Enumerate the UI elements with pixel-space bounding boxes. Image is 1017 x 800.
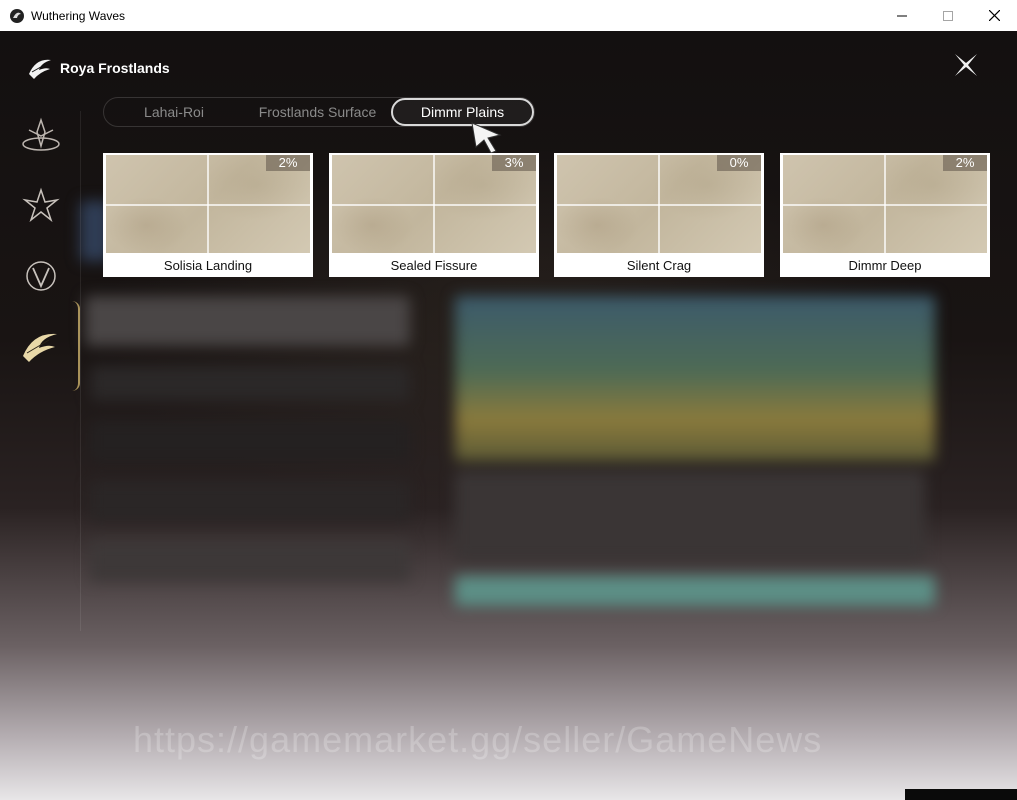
area-card-solisia-landing[interactable]: 2% Solisia Landing [103,153,313,277]
window-titlebar: Wuthering Waves [0,0,1017,31]
area-name: Sealed Fissure [390,258,478,273]
region-header: Roya Frostlands [26,54,170,82]
region-emblem-3-icon [26,261,56,291]
window-close-button[interactable] [971,0,1017,31]
exploration-percent: 2% [943,155,987,171]
minimize-icon [897,15,907,16]
region-emblem-2-icon [22,187,60,223]
region-title: Roya Frostlands [60,60,170,76]
sidenav-item-region-3[interactable] [16,251,66,301]
exploration-percent: 3% [492,155,536,171]
sidenav-divider [80,111,81,631]
close-icon [955,54,977,76]
exploration-percent: 2% [266,155,310,171]
close-icon [988,10,1000,21]
area-card-silent-crag[interactable]: 0% Silent Crag [554,153,764,277]
tab-frostlands-surface[interactable]: Frostlands Surface [244,98,391,126]
maximize-icon [943,10,953,21]
tab-dimmr-plains[interactable]: Dimmr Plains [391,98,534,126]
region-emblem-1-icon [22,117,60,151]
sidenav-item-roya-frostlands[interactable] [16,301,80,391]
minimize-button[interactable] [879,0,925,31]
maximize-button[interactable] [925,0,971,31]
corner-bar [905,789,1017,800]
wuthering-waves-app-icon [10,8,24,23]
area-card-dimmr-deep[interactable]: 2% Dimmr Deep [780,153,990,277]
roya-frostlands-emblem-icon [29,59,51,79]
sidenav-item-region-2[interactable] [16,181,66,231]
sidenav-item-region-1[interactable] [16,111,66,161]
area-card-sealed-fissure[interactable]: 3% Sealed Fissure [329,153,539,277]
blurred-background [0,31,1017,800]
tab-lahai-roi[interactable]: Lahai-Roi [104,98,244,126]
area-name: Solisia Landing [163,258,253,273]
region-sidenav [0,111,82,631]
game-viewport: Roya Frostlands Lahai-Roi Frostlands Sur… [0,31,1017,800]
exploration-percent: 0% [717,155,761,171]
close-map-button[interactable] [950,49,982,81]
mouse-cursor-icon [471,122,502,154]
watermark-text: https://gamemarket.gg/seller/GameNews [133,719,823,760]
area-name: Dimmr Deep [848,258,922,273]
window-title: Wuthering Waves [31,8,126,23]
roya-frostlands-emblem-icon [23,333,57,362]
area-name: Silent Crag [626,258,692,273]
